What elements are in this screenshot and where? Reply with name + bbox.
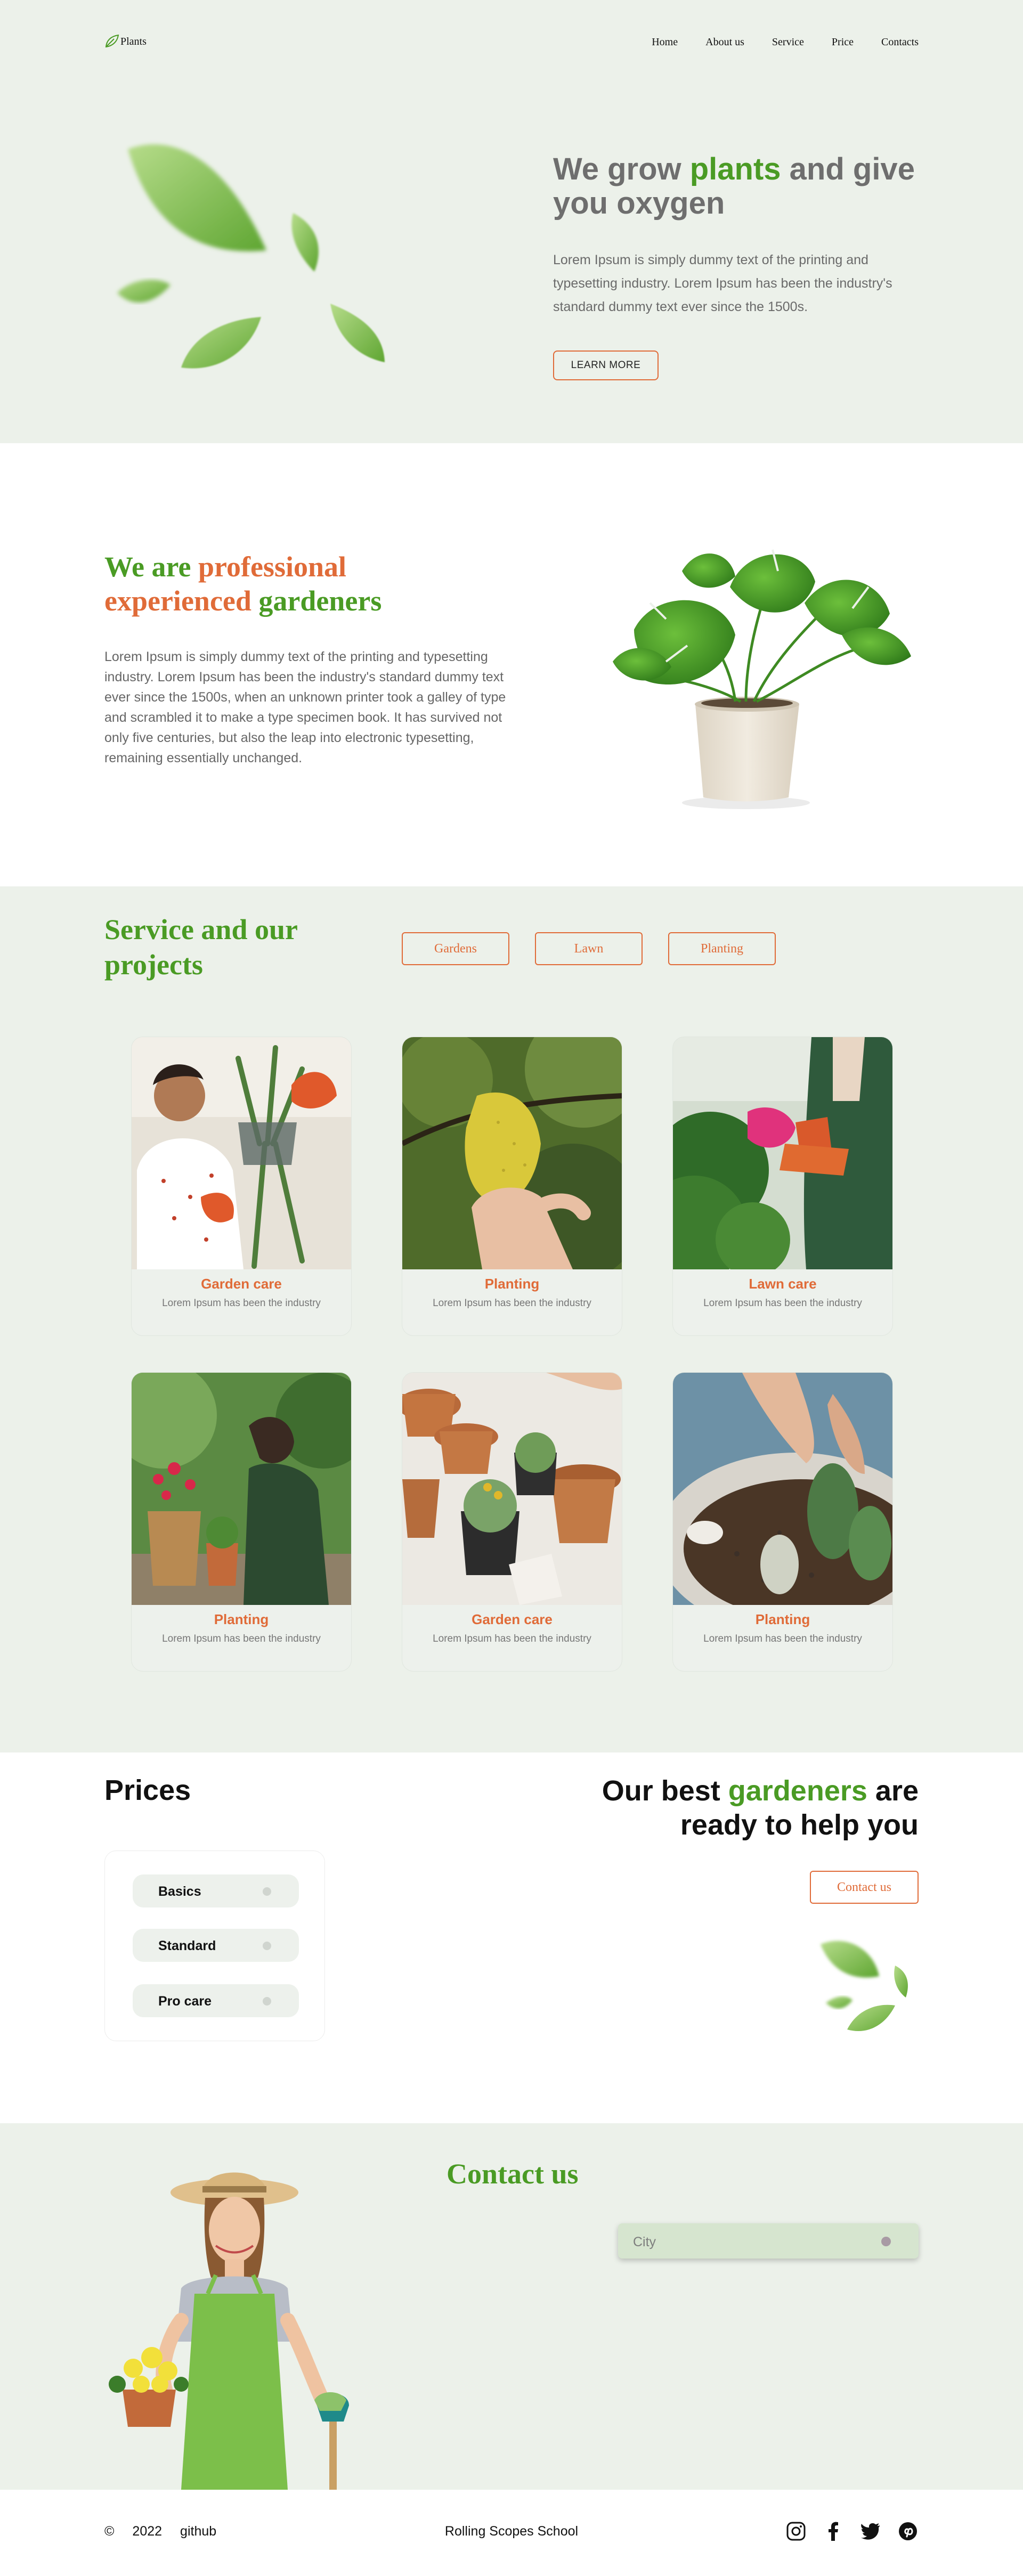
prices-section: Prices Basics Standard Pro care Our best… (0, 1752, 1023, 2123)
social-links (785, 2521, 919, 2542)
prices-title: Prices (104, 1774, 191, 1806)
card-title: Garden care (472, 1611, 553, 1627)
twitter-icon[interactable] (860, 2521, 881, 2542)
small-leaves-image (821, 1941, 908, 2031)
best-title-accent: gardeners (728, 1775, 867, 1807)
card-text: Lorem Ipsum has been the industry (433, 1633, 591, 1644)
best-title-part: Our best (602, 1775, 728, 1807)
service-card[interactable]: Planting Lorem Ipsum has been the indust… (402, 1037, 622, 1336)
service-title: Service and our projects (104, 914, 297, 981)
card-title: Planting (484, 1276, 540, 1292)
monstera-plant-image (613, 549, 911, 809)
filter-lawn-button[interactable]: Lawn (535, 932, 643, 965)
planting-cactus-image (673, 1373, 892, 1605)
woman-planting-flowers-image (132, 1373, 351, 1605)
nav-price[interactable]: Price (832, 36, 854, 48)
expand-dot-icon (263, 1942, 271, 1950)
service-card[interactable]: Planting Lorem Ipsum has been the indust… (131, 1372, 352, 1672)
city-select[interactable]: City (618, 2223, 919, 2259)
city-select-placeholder: City (633, 2235, 656, 2249)
price-item-pro-care[interactable]: Pro care (133, 1984, 299, 2017)
card-title: Lawn care (749, 1276, 817, 1292)
best-gardeners-title: Our best gardeners are ready to help you (546, 1774, 919, 1842)
facebook-icon[interactable] (823, 2521, 844, 2542)
logo[interactable]: Plants (104, 34, 147, 48)
main-nav: Home About us Service Price Contacts (652, 36, 919, 48)
service-card[interactable]: Planting Lorem Ipsum has been the indust… (672, 1372, 893, 1672)
price-item-basics[interactable]: Basics (133, 1874, 299, 1907)
card-title: Planting (755, 1611, 810, 1627)
card-title: Planting (214, 1611, 269, 1627)
watering-plants-image (673, 1037, 892, 1269)
nav-service[interactable]: Service (772, 36, 804, 48)
hand-with-lemon-image (402, 1037, 622, 1269)
footer: © 2022 github Rolling Scopes School (0, 2490, 1023, 2576)
contact-title: Contact us (446, 2158, 579, 2190)
contact-us-button[interactable]: Contact us (810, 1871, 919, 1904)
filter-gardens-button[interactable]: Gardens (402, 932, 509, 965)
gardener-with-aloe-image (132, 1037, 351, 1269)
succulents-pots-image (402, 1373, 622, 1605)
expand-dot-icon (263, 1887, 271, 1896)
filter-planting-button[interactable]: Planting (668, 932, 776, 965)
instagram-icon[interactable] (785, 2521, 807, 2542)
about-title-part: gardeners (251, 585, 382, 617)
contact-section: Contact us City (0, 2123, 1023, 2490)
price-item-label: Standard (158, 1938, 216, 1953)
service-card[interactable]: Lawn care Lorem Ipsum has been the indus… (672, 1037, 893, 1336)
hero-section: Plants Home About us Service Price Conta… (0, 0, 1023, 443)
header: Plants Home About us Service Price Conta… (0, 31, 1023, 58)
price-item-label: Pro care (158, 1994, 212, 2009)
about-text: Lorem Ipsum is simply dummy text of the … (104, 649, 506, 765)
card-text: Lorem Ipsum has been the industry (703, 1633, 862, 1644)
service-section: Service and our projects Gardens Lawn Pl… (0, 886, 1023, 1752)
dropdown-dot-icon (881, 2237, 891, 2246)
service-card[interactable]: Garden care Lorem Ipsum has been the ind… (131, 1037, 352, 1336)
hero-leaves-image (117, 144, 385, 369)
hero-title-accent: plants (689, 152, 781, 186)
expand-dot-icon (263, 1997, 271, 2006)
about-title-part: We are (104, 551, 198, 583)
nav-about-us[interactable]: About us (705, 36, 744, 48)
card-title: Garden care (201, 1276, 282, 1292)
gardener-woman-image (109, 2172, 349, 2490)
hero-title: We grow plants and give you oxygen (553, 152, 926, 221)
pinterest-icon[interactable] (897, 2521, 919, 2542)
card-text: Lorem Ipsum has been the industry (162, 1298, 321, 1309)
hero-title-part: We grow (553, 152, 690, 186)
card-text: Lorem Ipsum has been the industry (703, 1298, 862, 1309)
leaf-logo-icon (105, 34, 119, 48)
hero-text: Lorem Ipsum is simply dummy text of the … (553, 252, 892, 314)
prices-accordion: Basics Standard Pro care (104, 1851, 325, 2041)
card-text: Lorem Ipsum has been the industry (433, 1298, 591, 1309)
card-text: Lorem Ipsum has been the industry (162, 1633, 321, 1644)
price-item-standard[interactable]: Standard (133, 1929, 299, 1962)
price-item-label: Basics (158, 1884, 201, 1899)
nav-contacts[interactable]: Contacts (881, 36, 919, 48)
service-card[interactable]: Garden care Lorem Ipsum has been the ind… (402, 1372, 622, 1672)
learn-more-button[interactable]: LEARN MORE (553, 350, 659, 380)
logo-text: Plants (120, 36, 147, 47)
about-title: We are professional experienced gardener… (104, 550, 477, 618)
nav-home[interactable]: Home (652, 36, 678, 48)
about-section: We are professional experienced gardener… (0, 443, 1023, 886)
